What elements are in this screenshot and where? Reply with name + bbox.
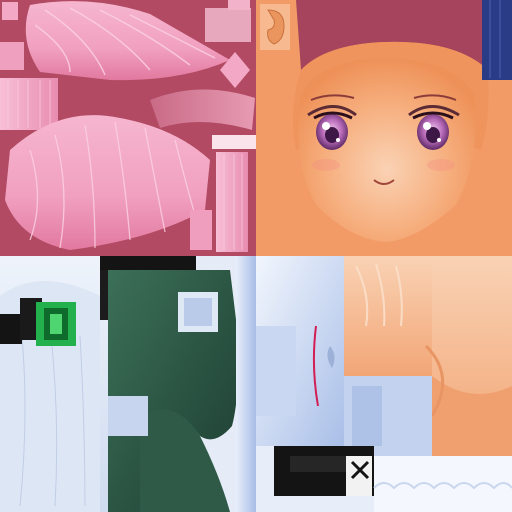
skin-panel-left bbox=[344, 256, 432, 376]
skin-texture-region bbox=[256, 256, 512, 512]
hair-texture-region bbox=[0, 0, 256, 256]
hair-side-strip bbox=[482, 0, 512, 80]
anime-face-icon bbox=[256, 0, 512, 256]
texture-atlas bbox=[0, 0, 512, 512]
hair-strip-right bbox=[216, 152, 248, 252]
clothing-texture-region bbox=[0, 256, 256, 512]
dress-fabric-icon bbox=[0, 256, 256, 512]
skin-panels-icon bbox=[256, 256, 512, 512]
hair-strands-icon bbox=[0, 0, 256, 256]
hair-bang-left bbox=[0, 78, 58, 130]
face-texture-region bbox=[256, 0, 512, 256]
